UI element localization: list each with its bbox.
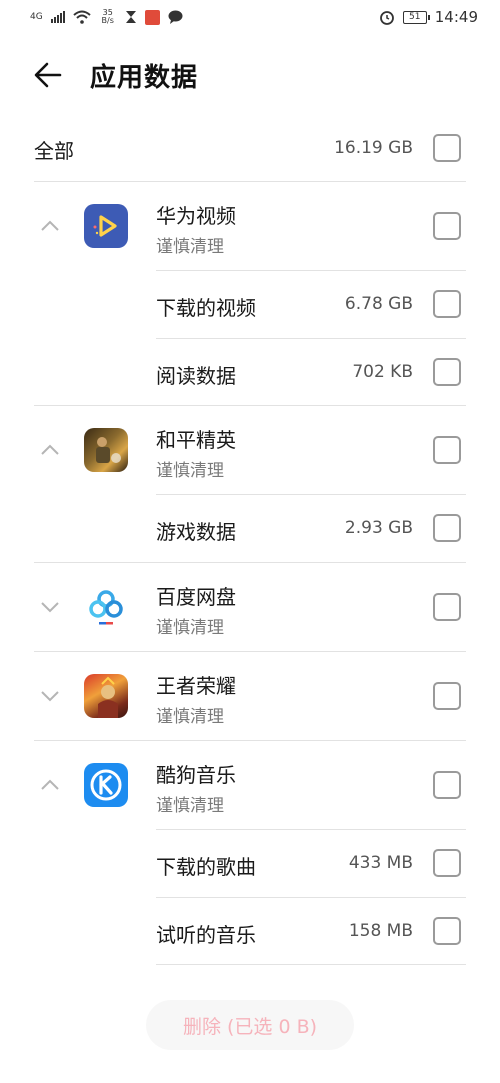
data-item-checkbox[interactable] [433, 514, 461, 542]
data-item-row[interactable]: 游戏数据 2.93 GB [0, 495, 500, 562]
app-name: 王者荣耀 [156, 674, 236, 698]
honor-of-kings-app-icon [84, 674, 128, 718]
chevron-down-icon[interactable] [40, 690, 60, 702]
data-item-row[interactable]: 试听的音乐 158 MB [0, 898, 500, 964]
battery-level: 51 [409, 11, 421, 22]
app-row-honor-of-kings[interactable]: 王者荣耀 谨慎清理 [0, 652, 500, 740]
wifi-icon [73, 10, 91, 24]
app-note: 谨慎清理 [156, 237, 224, 257]
data-item-label: 游戏数据 [156, 520, 236, 544]
header: 应用数据 [0, 45, 500, 105]
network-type: 4G [30, 12, 43, 22]
data-item-size: 6.78 GB [344, 294, 413, 314]
data-item-label: 试听的音乐 [156, 923, 256, 947]
data-item-size: 433 MB [348, 853, 413, 873]
data-item-size: 2.93 GB [344, 518, 413, 538]
data-item-size: 702 KB [352, 362, 413, 382]
data-item-checkbox[interactable] [433, 290, 461, 318]
kugou-app-icon [84, 763, 128, 807]
app-checkbox[interactable] [433, 593, 461, 621]
app-note: 谨慎清理 [156, 618, 224, 638]
app-checkbox[interactable] [433, 436, 461, 464]
data-item-row[interactable]: 下载的视频 6.78 GB [0, 271, 500, 338]
chevron-up-icon[interactable] [40, 220, 60, 232]
data-item-size: 158 MB [348, 921, 413, 941]
app-name: 酷狗音乐 [156, 763, 236, 787]
chevron-up-icon[interactable] [40, 444, 60, 456]
signal-icon [50, 11, 65, 23]
app-checkbox[interactable] [433, 682, 461, 710]
data-item-label: 下载的歌曲 [156, 855, 256, 879]
data-item-label: 阅读数据 [156, 364, 236, 388]
app-row-kugou-music[interactable]: 酷狗音乐 谨慎清理 [0, 741, 500, 829]
app-name: 和平精英 [156, 428, 236, 452]
status-left: 4G 35 B/s [30, 9, 183, 25]
data-item-label: 下载的视频 [156, 296, 256, 320]
status-bar: 4G 35 B/s 51 14:49 [0, 0, 500, 34]
chevron-up-icon[interactable] [40, 779, 60, 791]
baidu-netdisk-app-icon [84, 585, 128, 629]
app-note: 谨慎清理 [156, 796, 224, 816]
app-note: 谨慎清理 [156, 461, 224, 481]
divider [156, 964, 466, 965]
select-all-checkbox[interactable] [433, 134, 461, 162]
alarm-icon [379, 11, 394, 25]
app-checkbox[interactable] [433, 771, 461, 799]
app-note: 谨慎清理 [156, 707, 224, 727]
back-arrow-icon[interactable] [30, 57, 66, 93]
status-right: 51 14:49 [379, 8, 478, 26]
hourglass-icon [125, 11, 136, 23]
data-item-row[interactable]: 下载的歌曲 433 MB [0, 830, 500, 897]
select-all-label: 全部 [34, 139, 74, 163]
data-item-checkbox[interactable] [433, 917, 461, 945]
peace-elite-app-icon [84, 428, 128, 472]
network-speed: 35 B/s [99, 9, 117, 25]
message-icon [168, 10, 183, 24]
app-row-baidu-netdisk[interactable]: 百度网盘 谨慎清理 [0, 563, 500, 651]
chevron-down-icon[interactable] [40, 601, 60, 613]
delete-button[interactable]: 删除 (已选 0 B) [146, 1000, 354, 1050]
page-title: 应用数据 [90, 63, 199, 93]
data-item-row[interactable]: 阅读数据 702 KB [0, 339, 500, 405]
app-row-huawei-video[interactable]: 华为视频 谨慎清理 [0, 182, 500, 270]
data-item-checkbox[interactable] [433, 358, 461, 386]
app-checkbox[interactable] [433, 212, 461, 240]
app-name: 华为视频 [156, 204, 236, 228]
clock: 14:49 [434, 8, 478, 26]
total-size: 16.19 GB [334, 138, 413, 158]
battery-icon: 51 [402, 10, 430, 24]
app-name: 百度网盘 [156, 585, 236, 609]
app-notification-icon [144, 9, 160, 25]
network-speed-unit: B/s [101, 16, 114, 25]
data-item-checkbox[interactable] [433, 849, 461, 877]
huawei-video-app-icon [84, 204, 128, 248]
select-all-row[interactable]: 全部 16.19 GB [0, 118, 500, 180]
app-row-peace-elite[interactable]: 和平精英 谨慎清理 [0, 406, 500, 494]
